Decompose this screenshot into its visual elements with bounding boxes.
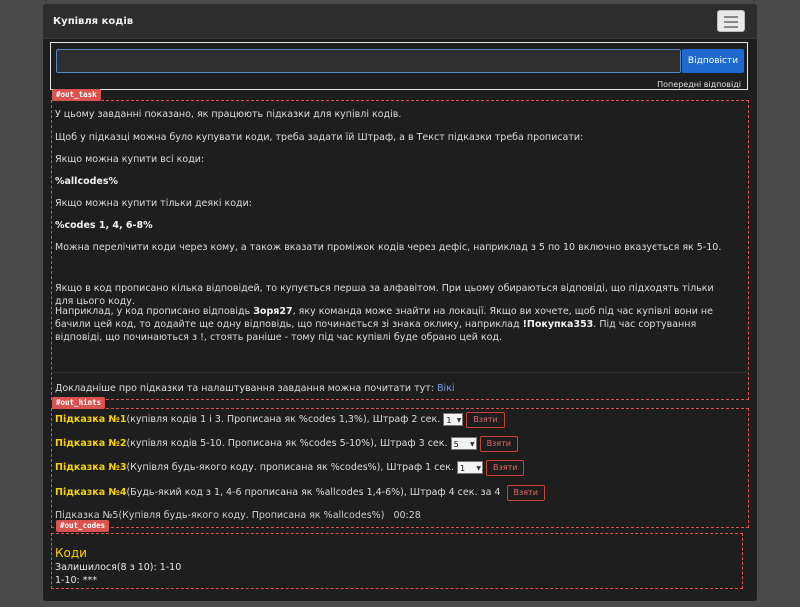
task-code-example: %codes 1, 4, 6-8% xyxy=(55,220,153,231)
previous-answers-link[interactable]: Попередні відповіді xyxy=(657,80,741,89)
hint-row: Підказка №2(купівля кодів 5-10. Прописан… xyxy=(55,435,518,453)
task-paragraph: Щоб у підказці можна було купувати коди,… xyxy=(55,132,584,143)
hint-title: Підказка №4 xyxy=(55,487,127,498)
chevron-down-icon: ▼ xyxy=(469,441,475,448)
hint-row-locked: Підказка №5(Купівля будь-якого коду. Про… xyxy=(55,510,421,521)
wiki-link[interactable]: Вікі xyxy=(437,383,455,394)
chevron-down-icon: ▼ xyxy=(456,417,462,424)
divider xyxy=(51,372,749,373)
take-hint-button[interactable]: Взяти xyxy=(466,411,505,428)
submit-answer-button[interactable]: Відповісти xyxy=(682,49,744,73)
answer-form: Відповісти Попередні відповіді xyxy=(50,42,748,90)
hamburger-icon[interactable] xyxy=(717,10,745,32)
hint-title: Підказка №1 xyxy=(55,414,127,425)
hint-quantity-select[interactable]: 1 ▼ xyxy=(443,413,464,426)
hint-title: Підказка №3 xyxy=(55,462,127,473)
task-paragraph: Якщо можна купити тільки деякі коди: xyxy=(55,198,252,209)
hint-title: Підказка №2 xyxy=(55,438,127,449)
hint-row: Підказка №3(Купівля будь-якого коду. про… xyxy=(55,459,525,477)
hint-quantity-select[interactable]: 1 ▼ xyxy=(457,461,484,474)
codes-remaining: Залишилося(8 з 10): 1-10 xyxy=(55,562,182,573)
hint-quantity-select[interactable]: 5 ▼ xyxy=(450,437,477,450)
task-paragraph: Якщо можна купити всі коди: xyxy=(55,154,205,165)
hint-timer: 00:28 xyxy=(393,510,421,521)
take-hint-button[interactable]: Взяти xyxy=(506,484,545,501)
task-code-example: %allcodes% xyxy=(55,176,119,187)
take-hint-button[interactable]: Взяти xyxy=(479,435,518,452)
take-hint-button[interactable]: Взяти xyxy=(486,459,525,476)
out-codes-tag: #out_codes xyxy=(56,520,110,532)
app-window: Купівля кодів Відповісти Попередні відпо… xyxy=(43,4,757,601)
codes-list: 1-10: *** xyxy=(55,575,98,586)
hint-row: Підказка №1(купівля кодів 1 і 3. Прописа… xyxy=(55,411,505,429)
task-paragraph: Можна перелічити коди через кому, а тако… xyxy=(55,242,722,253)
answer-input[interactable] xyxy=(56,49,681,73)
chevron-down-icon: ▼ xyxy=(476,465,482,472)
codes-section xyxy=(51,533,743,589)
task-paragraph: У цьому завданні показано, як працюють п… xyxy=(55,109,402,120)
navbar: Купівля кодів xyxy=(43,4,757,39)
task-paragraph: Докладніше про підказки та налаштування … xyxy=(55,383,455,394)
task-paragraph: Наприклад, у код прописано відповідь Зор… xyxy=(55,306,713,343)
hint-row: Підказка №4(Будь-який код з 1, 4-6 пропи… xyxy=(55,484,545,502)
app-title: Купівля кодів xyxy=(53,16,134,27)
codes-title: Коди xyxy=(55,546,87,560)
